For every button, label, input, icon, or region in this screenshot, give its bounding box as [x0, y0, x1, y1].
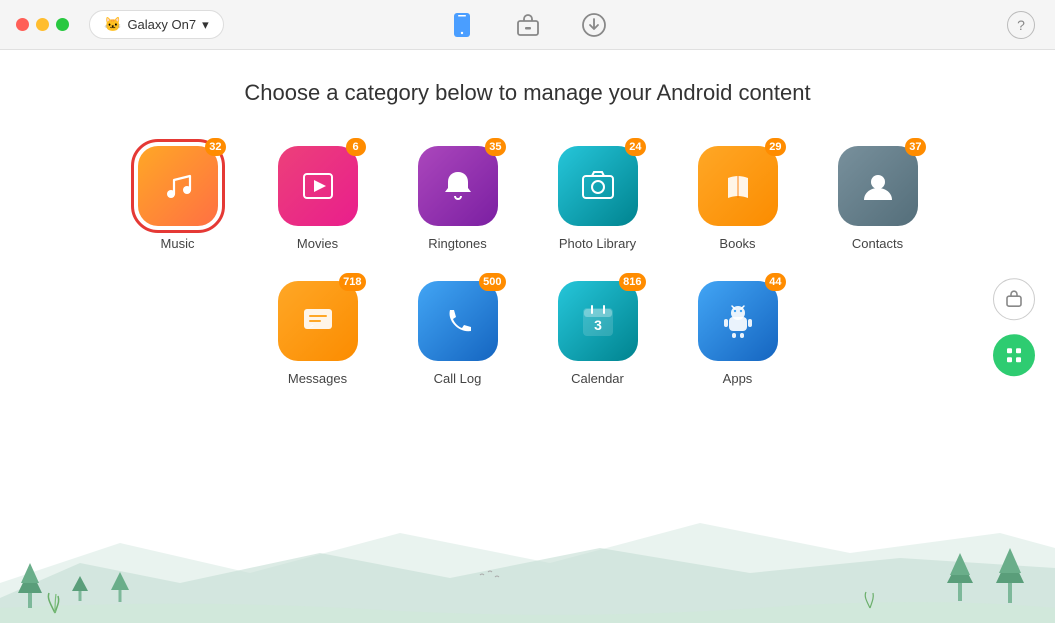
ringtones-badge: 35 [485, 138, 505, 156]
category-item-ringtones[interactable]: 35 Ringtones [408, 146, 508, 251]
category-item-books[interactable]: 29 Books [688, 146, 788, 251]
messages-icon-wrapper: 718 [278, 281, 358, 361]
photos-badge: 24 [625, 138, 645, 156]
category-item-calllog[interactable]: 500 Call Log [408, 281, 508, 386]
ringtones-icon-wrapper: 35 [418, 146, 498, 226]
chevron-down-icon: ▾ [202, 17, 209, 33]
main-content: Choose a category below to manage your A… [0, 50, 1055, 623]
ringtones-label: Ringtones [428, 236, 487, 251]
contacts-badge: 37 [905, 138, 925, 156]
help-label: ? [1017, 17, 1025, 33]
music-badge: 32 [205, 138, 225, 156]
messages-label: Messages [288, 371, 347, 386]
messages-badge: 718 [339, 273, 365, 291]
maximize-button[interactable] [56, 18, 69, 31]
device-name: Galaxy On7 [127, 17, 196, 32]
movies-badge: 6 [346, 138, 366, 156]
category-row-1: 32 Music 6 Movie [128, 146, 928, 251]
books-icon-wrapper: 29 [698, 146, 778, 226]
category-grid: 32 Music 6 Movie [128, 146, 928, 386]
close-button[interactable] [16, 18, 29, 31]
titlebar-nav [444, 7, 612, 43]
calendar-icon-wrapper: 816 3 [558, 281, 638, 361]
phone-tab[interactable] [444, 7, 480, 43]
grid-button[interactable] [993, 334, 1035, 376]
apps-label: Apps [723, 371, 753, 386]
device-icon: 🐱 [104, 16, 121, 33]
titlebar: 🐱 Galaxy On7 ▾ [0, 0, 1055, 50]
download-tab[interactable] [576, 7, 612, 43]
category-item-messages[interactable]: 718 Messages [268, 281, 368, 386]
movies-icon-wrapper: 6 [278, 146, 358, 226]
side-buttons [993, 278, 1035, 376]
category-item-calendar[interactable]: 816 3 Calendar [548, 281, 648, 386]
category-item-music[interactable]: 32 Music [128, 146, 228, 251]
svg-text:3: 3 [594, 317, 602, 333]
category-item-photos[interactable]: 24 Photo Library [548, 146, 648, 251]
briefcase-button[interactable] [993, 278, 1035, 320]
category-item-movies[interactable]: 6 Movies [268, 146, 368, 251]
calllog-label: Call Log [434, 371, 482, 386]
photos-label: Photo Library [559, 236, 636, 251]
category-item-apps[interactable]: 44 Apps [688, 281, 788, 386]
books-label: Books [719, 236, 755, 251]
help-button[interactable]: ? [1007, 11, 1035, 39]
contacts-icon-wrapper: 37 [838, 146, 918, 226]
apps-badge: 44 [765, 273, 785, 291]
photos-icon-wrapper: 24 [558, 146, 638, 226]
toolbox-tab[interactable] [510, 7, 546, 43]
movies-label: Movies [297, 236, 338, 251]
category-row-2: 718 Messages 500 Call Log [268, 281, 788, 386]
calendar-badge: 816 [619, 273, 645, 291]
device-selector[interactable]: 🐱 Galaxy On7 ▾ [89, 10, 224, 39]
calllog-icon-wrapper: 500 [418, 281, 498, 361]
traffic-lights [16, 18, 69, 31]
music-icon-wrapper: 32 [138, 146, 218, 226]
music-label: Music [161, 236, 195, 251]
contacts-label: Contacts [852, 236, 903, 251]
calllog-badge: 500 [479, 273, 505, 291]
minimize-button[interactable] [36, 18, 49, 31]
apps-icon-wrapper: 44 [698, 281, 778, 361]
books-badge: 29 [765, 138, 785, 156]
calendar-label: Calendar [571, 371, 624, 386]
page-title: Choose a category below to manage your A… [244, 80, 810, 106]
help-section: ? [1007, 11, 1035, 39]
category-item-contacts[interactable]: 37 Contacts [828, 146, 928, 251]
